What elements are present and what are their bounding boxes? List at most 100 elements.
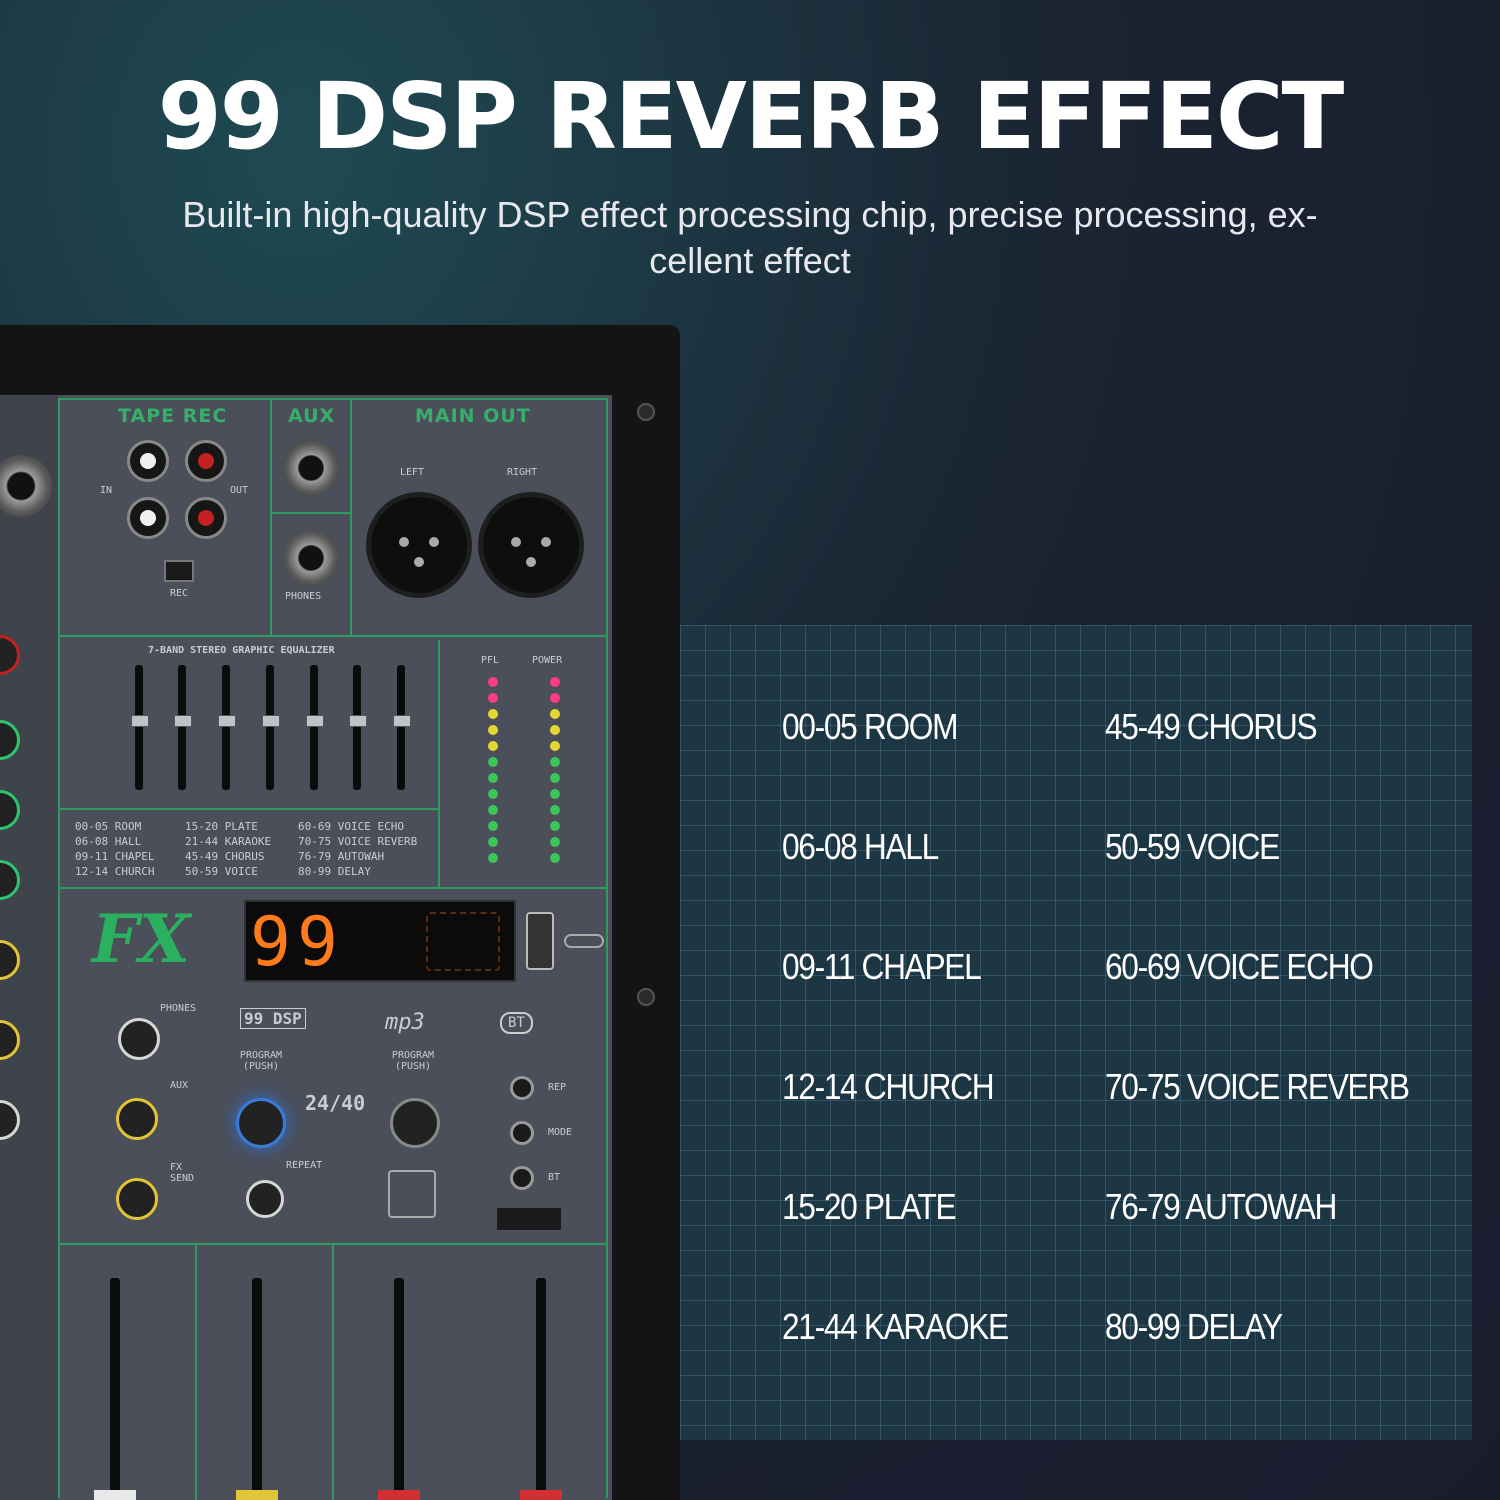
effect-item: 21-44 KARAOKE bbox=[782, 1306, 1009, 1347]
in-label: IN bbox=[100, 485, 113, 496]
computer-icon bbox=[388, 1170, 436, 1218]
meter-led bbox=[550, 821, 560, 831]
meter-led bbox=[550, 741, 560, 751]
screw-icon bbox=[637, 988, 655, 1006]
meter-led bbox=[550, 677, 560, 687]
channel-fader-cap[interactable] bbox=[378, 1490, 420, 1500]
meter-led bbox=[550, 789, 560, 799]
tape-in-left-jack bbox=[127, 440, 169, 482]
effect-item: 76-79 AUTOWAH bbox=[1105, 1186, 1337, 1227]
right-label: RIGHT bbox=[507, 467, 538, 478]
phones-jack bbox=[283, 530, 339, 586]
tape-rec-label: TAPE REC bbox=[118, 405, 228, 427]
panel-effect-item: 15-20 PLATE bbox=[185, 820, 258, 833]
program-label-2: PROGRAM (PUSH) bbox=[391, 1050, 435, 1072]
meter-led bbox=[488, 693, 498, 703]
effect-item: 50-59 VOICE bbox=[1105, 826, 1280, 867]
eq-fader-track bbox=[266, 665, 274, 790]
meter-led bbox=[550, 709, 560, 719]
phones-label: PHONES bbox=[285, 591, 322, 602]
meter-led bbox=[488, 821, 498, 831]
channel-fader-cap[interactable] bbox=[520, 1490, 562, 1500]
rep-button[interactable] bbox=[510, 1076, 534, 1100]
meter-led bbox=[488, 837, 498, 847]
bt-button[interactable] bbox=[510, 1166, 534, 1190]
panel-effect-item: 80-99 DELAY bbox=[298, 865, 371, 878]
meter-led bbox=[488, 725, 498, 735]
aux-knob-label: AUX bbox=[170, 1080, 189, 1091]
aux-knob[interactable] bbox=[116, 1098, 158, 1140]
eq-fader-track bbox=[397, 665, 405, 790]
meter-led bbox=[488, 741, 498, 751]
effect-item: 00-05 ROOM bbox=[782, 706, 959, 747]
meter-led bbox=[550, 773, 560, 783]
fx-logo: FX bbox=[92, 900, 191, 978]
meter-led bbox=[488, 773, 498, 783]
bluetooth-badge: BT bbox=[500, 1012, 533, 1034]
channel-fader-track bbox=[394, 1278, 404, 1500]
channel-fader-track bbox=[110, 1278, 120, 1500]
repeat-label: REPEAT bbox=[286, 1160, 323, 1171]
rec-label: REC bbox=[170, 588, 189, 599]
eq-fader-knob[interactable] bbox=[131, 715, 149, 727]
eq-fader-knob[interactable] bbox=[349, 715, 367, 727]
program-knob[interactable] bbox=[236, 1098, 286, 1148]
meter-led bbox=[488, 757, 498, 767]
effect-item: 15-20 PLATE bbox=[782, 1186, 957, 1227]
mp3-program-knob[interactable] bbox=[390, 1098, 440, 1148]
meter-led bbox=[550, 837, 560, 847]
panel-effect-item: 09-11 CHAPEL bbox=[75, 850, 155, 863]
meter-led bbox=[488, 709, 498, 719]
mode-label: MODE bbox=[548, 1127, 573, 1138]
meter-led bbox=[488, 805, 498, 815]
xlr-right-jack bbox=[478, 492, 584, 598]
meter-led bbox=[550, 853, 560, 863]
screw-icon bbox=[637, 403, 655, 421]
meter-led bbox=[488, 853, 498, 863]
panel-effect-item: 76-79 AUTOWAH bbox=[298, 850, 385, 863]
effect-item: 12-14 CHURCH bbox=[782, 1066, 995, 1107]
tape-in-right-jack bbox=[127, 497, 169, 539]
display-value: 99 bbox=[250, 903, 344, 982]
effect-item: 09-11 CHAPEL bbox=[782, 946, 982, 987]
aux-jack bbox=[283, 440, 339, 496]
panel-effect-item: 06-08 HALL bbox=[75, 835, 142, 848]
eq-fader-track bbox=[135, 665, 143, 790]
mp3-badge: mp3 bbox=[385, 1010, 425, 1035]
channel-fader-cap[interactable] bbox=[236, 1490, 278, 1500]
usb-port bbox=[526, 912, 554, 970]
bitrate-badge: 24/40 bbox=[305, 1091, 366, 1115]
mode-button[interactable] bbox=[510, 1121, 534, 1145]
meter-led bbox=[550, 693, 560, 703]
xlr-left-jack bbox=[366, 492, 472, 598]
eq-fader-track bbox=[353, 665, 361, 790]
eq-fader-knob[interactable] bbox=[262, 715, 280, 727]
fx-send-knob[interactable] bbox=[116, 1178, 158, 1220]
equalizer-label: 7-BAND STEREO GRAPHIC EQUALIZER bbox=[148, 645, 335, 656]
eq-fader-knob[interactable] bbox=[306, 715, 324, 727]
eq-fader-knob[interactable] bbox=[174, 715, 192, 727]
effect-item: 06-08 HALL bbox=[782, 826, 939, 867]
phones-knob-label: PHONES bbox=[160, 1003, 197, 1014]
panel-effect-item: 21-44 KARAOKE bbox=[185, 835, 272, 848]
meter-led bbox=[550, 805, 560, 815]
eq-fader-knob[interactable] bbox=[393, 715, 411, 727]
panel-effect-item: 70-75 VOICE REVERB bbox=[298, 835, 418, 848]
subline: Built-in high-quality DSP effect process… bbox=[182, 194, 1318, 281]
channel-fader-cap[interactable] bbox=[94, 1490, 136, 1500]
channel-fader-track bbox=[536, 1278, 546, 1500]
panel-effect-item: 50-59 VOICE bbox=[185, 865, 258, 878]
pfl-label: PFL bbox=[481, 655, 500, 666]
eq-fader-knob[interactable] bbox=[218, 715, 236, 727]
eq-fader-track bbox=[178, 665, 186, 790]
effect-item: 70-75 VOICE REVERB bbox=[1105, 1066, 1410, 1107]
effect-item: 45-49 CHORUS bbox=[1105, 706, 1318, 747]
program-label: PROGRAM (PUSH) bbox=[239, 1050, 283, 1072]
power-label: POWER bbox=[532, 655, 563, 666]
aux-label: AUX bbox=[288, 405, 336, 427]
meter-led bbox=[550, 757, 560, 767]
phones-knob[interactable] bbox=[118, 1018, 160, 1060]
repeat-knob[interactable] bbox=[246, 1180, 284, 1218]
rec-button[interactable] bbox=[164, 560, 194, 582]
meter-led bbox=[488, 677, 498, 687]
